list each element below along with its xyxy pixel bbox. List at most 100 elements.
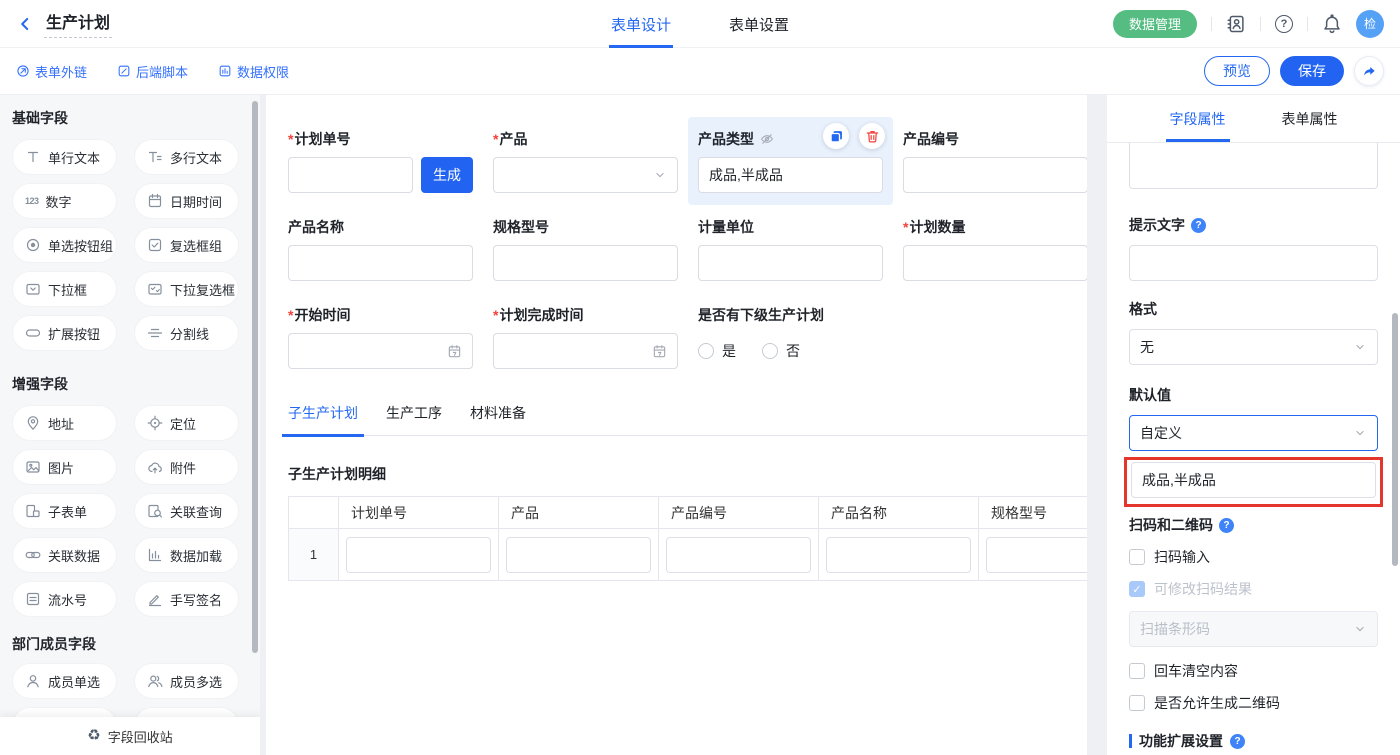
unit-input[interactable] xyxy=(698,245,883,281)
checkbox-editable-scan-result: ✓ 可修改扫码结果 xyxy=(1129,579,1378,599)
checkbox-allow-qrcode[interactable]: 是否允许生成二维码 xyxy=(1129,693,1378,713)
start-time-date-input[interactable] xyxy=(288,333,473,369)
form-field-spec-model[interactable]: 规格型号 xyxy=(483,205,688,293)
form-field-product-code[interactable]: 产品编号 xyxy=(893,117,1087,205)
field-type-serial-number[interactable]: 流水号 xyxy=(12,581,117,617)
chevron-down-icon xyxy=(653,168,667,182)
product-name-input[interactable] xyxy=(288,245,473,281)
back-icon[interactable] xyxy=(16,15,34,33)
extension-help-icon[interactable]: ? xyxy=(1230,734,1245,749)
subtable-cell-input[interactable] xyxy=(986,537,1087,573)
subtable-cell-input[interactable] xyxy=(506,537,651,573)
panel-scrollbar[interactable] xyxy=(1392,313,1398,566)
field-cell: 计量单位 xyxy=(698,217,883,281)
toolbar-link-form-external-link[interactable]: 表单外链 xyxy=(16,62,87,81)
toolbar-link-backend-script[interactable]: 后端脚本 xyxy=(117,62,188,81)
field-type-divider[interactable]: 分割线 xyxy=(134,315,239,351)
panel-tab-form-properties[interactable]: 表单属性 xyxy=(1282,95,1338,142)
spec-model-input[interactable] xyxy=(493,245,678,281)
checkbox-clear-on-enter[interactable]: 回车清空内容 xyxy=(1129,661,1378,681)
hint-text-input[interactable] xyxy=(1129,245,1378,281)
field-label: 产品类型 xyxy=(698,129,883,149)
scan-help-icon[interactable]: ? xyxy=(1219,518,1234,533)
form-field-plan-quantity[interactable]: * 计划数量 xyxy=(893,205,1087,293)
field-type-attachment[interactable]: 附件 xyxy=(134,449,239,485)
form-field-start-time[interactable]: * 开始时间 xyxy=(278,293,483,381)
field-type-single-line-text[interactable]: 单行文本 xyxy=(12,139,117,175)
divider xyxy=(1307,17,1308,31)
contacts-icon[interactable] xyxy=(1226,14,1246,34)
plan-quantity-input[interactable] xyxy=(903,245,1087,281)
subtab-material-preparation[interactable]: 材料准备 xyxy=(470,403,526,435)
location-icon xyxy=(147,415,163,431)
field-type-address[interactable]: 地址 xyxy=(12,405,117,441)
avatar[interactable]: 检 xyxy=(1356,10,1384,38)
checkbox-scan-input[interactable]: 扫码输入 xyxy=(1129,547,1378,567)
product-select[interactable] xyxy=(493,157,678,193)
field-type-checkbox-group[interactable]: 复选框组 xyxy=(134,227,239,263)
subtab-production-process[interactable]: 生产工序 xyxy=(386,403,442,435)
default-value-mode-select[interactable]: 自定义 xyxy=(1129,415,1378,451)
field-type-member-single[interactable]: 成员单选 xyxy=(12,663,117,699)
required-asterisk: * xyxy=(903,219,908,235)
field-type-member-multi[interactable]: 成员多选 xyxy=(134,663,239,699)
field-type-linked-query[interactable]: 关联查询 xyxy=(134,493,239,529)
delete-field-button[interactable] xyxy=(859,123,885,149)
field-type-geolocation[interactable]: 定位 xyxy=(134,405,239,441)
field-label: * 产品 xyxy=(493,129,678,149)
product-type-input[interactable]: 成品,半成品 xyxy=(698,157,883,193)
field-title-input-partial[interactable] xyxy=(1129,143,1378,189)
plan-number-input[interactable] xyxy=(288,157,413,193)
format-select[interactable]: 无 xyxy=(1129,329,1378,365)
field-type-extend-button[interactable]: 扩展按钮 xyxy=(12,315,117,351)
field-type-subform[interactable]: 子表单 xyxy=(12,493,117,529)
toolbar-link-data-permission[interactable]: 数据权限 xyxy=(218,62,289,81)
field-type-data-load[interactable]: 数据加载 xyxy=(134,537,239,573)
copy-field-button[interactable] xyxy=(823,123,849,149)
form-field-unit[interactable]: 计量单位 xyxy=(688,205,893,293)
number-icon: 123 xyxy=(25,196,39,206)
has-sub-plan-radio-option[interactable]: 否 xyxy=(762,341,800,361)
field-type-multi-line-text[interactable]: 多行文本 xyxy=(134,139,239,175)
subtab-sub-production-plan[interactable]: 子生产计划 xyxy=(288,403,358,435)
save-button[interactable]: 保存 xyxy=(1280,56,1344,86)
header-actions: 数据管理 ? 检 xyxy=(1113,10,1384,38)
field-type-select[interactable]: 下拉框 xyxy=(12,271,117,307)
plan-number-generate-button[interactable]: 生成 xyxy=(421,157,473,193)
form-field-plan-finish-time[interactable]: * 计划完成时间 xyxy=(483,293,688,381)
tab-form-settings[interactable]: 表单设置 xyxy=(729,0,789,48)
has-sub-plan-radio-group: 是否 xyxy=(698,333,883,369)
product-code-input[interactable] xyxy=(903,157,1087,193)
subtable-cell-input[interactable] xyxy=(346,537,491,573)
form-field-plan-number[interactable]: * 计划单号 生成 xyxy=(278,117,483,205)
default-custom-value-input[interactable]: 成品,半成品 xyxy=(1131,462,1376,498)
sidebar-scrollbar[interactable] xyxy=(252,101,258,653)
data-manage-button[interactable]: 数据管理 xyxy=(1113,10,1197,38)
hint-help-icon[interactable]: ? xyxy=(1191,218,1206,233)
share-button[interactable] xyxy=(1354,56,1384,86)
subtable-cell-input[interactable] xyxy=(826,537,971,573)
subtable-cell-input[interactable] xyxy=(666,537,811,573)
page-title[interactable]: 生产计划 xyxy=(44,9,112,38)
form-field-has-sub-plan[interactable]: 是否有下级生产计划 是否 xyxy=(688,293,893,381)
form-field-product-name[interactable]: 产品名称 xyxy=(278,205,483,293)
field-type-handwritten-signature[interactable]: 手写签名 xyxy=(134,581,239,617)
field-type-linked-data[interactable]: 关联数据 xyxy=(12,537,117,573)
field-type-multi-select[interactable]: 下拉复选框 xyxy=(134,271,239,307)
has-sub-plan-radio-option[interactable]: 是 xyxy=(698,341,736,361)
notification-bell-icon[interactable] xyxy=(1322,14,1342,34)
field-type-radio-group[interactable]: 单选按钮组 xyxy=(12,227,117,263)
field-type-datetime[interactable]: 日期时间 xyxy=(134,183,239,219)
subform-tabs: 子生产计划生产工序材料准备 xyxy=(288,403,1087,436)
form-field-product[interactable]: * 产品 xyxy=(483,117,688,205)
field-recycle-bin[interactable]: ♻ 字段回收站 xyxy=(0,717,260,755)
form-field-product-type[interactable]: 产品类型 成品,半成品 xyxy=(688,117,893,205)
preview-button[interactable]: 预览 xyxy=(1204,56,1270,86)
tab-form-design[interactable]: 表单设计 xyxy=(611,0,671,48)
recycle-icon: ♻ xyxy=(87,729,100,743)
field-type-number[interactable]: 123数字 xyxy=(12,183,117,219)
field-type-image[interactable]: 图片 xyxy=(12,449,117,485)
help-icon[interactable]: ? xyxy=(1275,15,1293,33)
plan-finish-time-date-input[interactable] xyxy=(493,333,678,369)
panel-tab-field-properties[interactable]: 字段属性 xyxy=(1170,95,1226,142)
